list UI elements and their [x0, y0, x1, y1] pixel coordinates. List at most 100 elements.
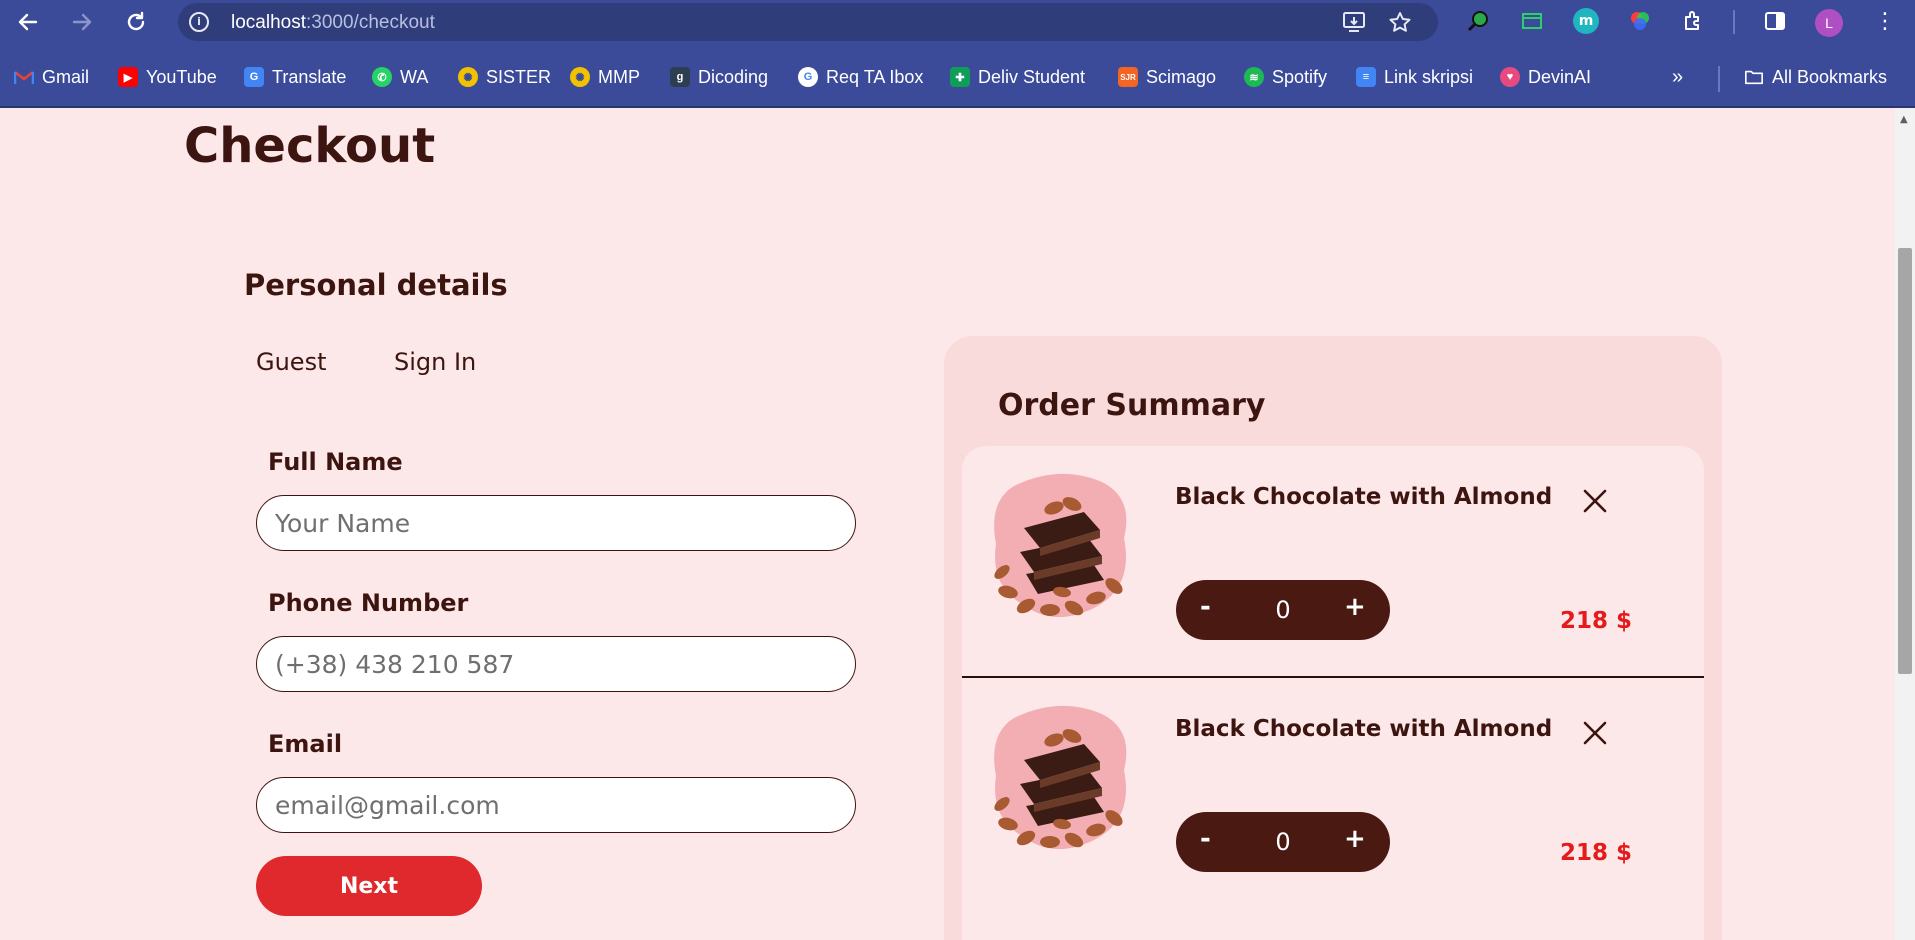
bookmark-gmail[interactable]: Gmail: [14, 64, 89, 90]
address-bar[interactable]: i localhost:3000/checkout: [178, 3, 1438, 41]
scroll-up-icon[interactable]: ▲: [1900, 114, 1908, 125]
folder-icon: [1744, 67, 1764, 87]
bookmark-label: Deliv Student: [978, 66, 1086, 87]
order-items-list: Black Chocolate with Almond 0 - + 218 $: [962, 446, 1704, 940]
extension-m-icon[interactable]: m: [1573, 8, 1599, 34]
page-scrollbar[interactable]: ▲: [1895, 108, 1915, 940]
chocolate-almond-image: [994, 705, 1127, 850]
tab-guest[interactable]: Guest: [256, 348, 327, 376]
install-app-icon[interactable]: [1342, 11, 1366, 33]
scimago-icon: SJR: [1118, 67, 1138, 87]
docs-icon: ≡: [1356, 67, 1376, 87]
full-name-input[interactable]: [256, 495, 856, 551]
bookmark-deliv-student[interactable]: ✚ Deliv Student: [950, 64, 1085, 90]
bookmark-translate[interactable]: G Translate: [244, 64, 346, 90]
bookmarks-overflow-button[interactable]: »: [1672, 64, 1683, 90]
tab-sign-in[interactable]: Sign In: [394, 348, 476, 376]
bookmark-devinai[interactable]: ♥ DevinAI: [1500, 64, 1591, 90]
close-icon[interactable]: [1580, 486, 1610, 516]
sheets-icon: ✚: [950, 67, 970, 87]
url-text[interactable]: localhost:3000/checkout: [231, 12, 435, 34]
extension-screen-icon[interactable]: [1519, 8, 1545, 34]
order-summary-title: Order Summary: [998, 388, 1266, 423]
bookmark-label: Req TA Ibox: [826, 66, 924, 87]
checkout-page: Checkout Personal details Guest Sign In …: [0, 108, 1895, 940]
decrement-button[interactable]: -: [1200, 592, 1211, 622]
phone-number-label: Phone Number: [268, 589, 469, 617]
toolbar-divider: [1733, 10, 1735, 34]
item-name: Black Chocolate with Almond: [1175, 484, 1553, 510]
sister-icon: ✺: [458, 67, 478, 87]
bookmark-star-icon[interactable]: [1388, 11, 1412, 33]
bookmark-label: YouTube: [146, 66, 217, 87]
close-icon[interactable]: [1580, 718, 1610, 748]
personal-details-heading: Personal details: [244, 268, 508, 302]
next-button[interactable]: Next: [256, 856, 482, 916]
item-price: 218 $: [1560, 840, 1633, 866]
more-menu-icon[interactable]: ⋮: [1874, 8, 1896, 36]
email-input[interactable]: [256, 777, 856, 833]
bookmark-label: MMP: [598, 66, 640, 87]
site-info-icon[interactable]: i: [189, 12, 209, 32]
reload-icon: [127, 11, 145, 31]
extension-magnifier-icon[interactable]: [1466, 8, 1492, 34]
scrollbar-thumb[interactable]: [1898, 248, 1912, 674]
all-bookmarks-label: All Bookmarks: [1772, 66, 1888, 87]
bookmark-label: Link skripsi: [1384, 66, 1474, 87]
url-path: :3000/checkout: [306, 12, 435, 33]
bookmarks-divider: [1718, 66, 1720, 92]
bookmark-label: Dicoding: [698, 66, 769, 87]
mmp-icon: ✺: [570, 67, 590, 87]
bookmark-link-skripsi[interactable]: ≡ Link skripsi: [1356, 64, 1473, 90]
bookmark-label: SISTER: [486, 66, 552, 87]
item-name: Black Chocolate with Almond: [1175, 716, 1553, 742]
bookmark-label: WA: [400, 66, 429, 87]
full-name-label: Full Name: [268, 448, 403, 476]
arrow-left-icon: [18, 13, 38, 31]
devinai-icon: ♥: [1500, 67, 1520, 87]
bookmark-mmp[interactable]: ✺ MMP: [570, 64, 640, 90]
back-button[interactable]: [12, 6, 44, 38]
bookmark-req-ta-ibox[interactable]: G Req TA Ibox: [798, 64, 923, 90]
increment-button[interactable]: +: [1344, 824, 1366, 854]
phone-number-input[interactable]: [256, 636, 856, 692]
bookmarks-bar: Gmail ▶ YouTube G Translate ✆ WA ✺ SISTER ✺ M…: [0, 44, 1915, 108]
decrement-button[interactable]: -: [1200, 824, 1211, 854]
arrow-right-icon: [72, 13, 92, 31]
forward-button[interactable]: [66, 6, 98, 38]
bookmark-label: Scimago: [1146, 66, 1217, 87]
item-price: 218 $: [1560, 608, 1633, 634]
bookmark-spotify[interactable]: ≋ Spotify: [1244, 64, 1327, 90]
spotify-icon: ≋: [1244, 67, 1264, 87]
profile-avatar[interactable]: L: [1815, 9, 1843, 37]
bookmark-youtube[interactable]: ▶ YouTube: [118, 64, 217, 90]
chevron-double-right-icon: »: [1672, 65, 1684, 88]
bookmark-sister[interactable]: ✺ SISTER: [458, 64, 551, 90]
quantity-stepper: 0 - +: [1176, 812, 1390, 872]
gmail-icon: [14, 67, 34, 87]
translate-icon: G: [244, 67, 264, 87]
reload-button[interactable]: [120, 6, 152, 38]
bookmark-label: Translate: [272, 66, 347, 87]
whatsapp-icon: ✆: [372, 67, 392, 87]
all-bookmarks-button[interactable]: All Bookmarks: [1744, 64, 1887, 90]
youtube-icon: ▶: [118, 67, 138, 87]
order-item: Black Chocolate with Almond 0 - + 218 $: [962, 678, 1704, 908]
url-host: localhost: [231, 12, 306, 33]
extensions-puzzle-icon[interactable]: [1680, 8, 1706, 34]
browser-toolbar: i localhost:3000/checkout m L ⋮: [0, 0, 1915, 44]
chocolate-almond-image: [994, 473, 1127, 618]
bookmark-dicoding[interactable]: g Dicoding: [670, 64, 768, 90]
dicoding-icon: g: [670, 67, 690, 87]
order-summary-card: Order Summary Black Chocolate with Almon…: [944, 336, 1722, 940]
bookmark-label: Gmail: [42, 66, 90, 87]
google-icon: G: [798, 67, 818, 87]
bookmark-wa[interactable]: ✆ WA: [372, 64, 428, 90]
bookmark-label: Spotify: [1272, 66, 1328, 87]
extension-color-icon[interactable]: [1627, 8, 1653, 34]
bookmark-scimago[interactable]: SJR Scimago: [1118, 64, 1216, 90]
order-item: Black Chocolate with Almond 0 - + 218 $: [962, 446, 1704, 678]
quantity-stepper: 0 - +: [1176, 580, 1390, 640]
increment-button[interactable]: +: [1344, 592, 1366, 622]
side-panel-icon[interactable]: [1762, 8, 1788, 34]
